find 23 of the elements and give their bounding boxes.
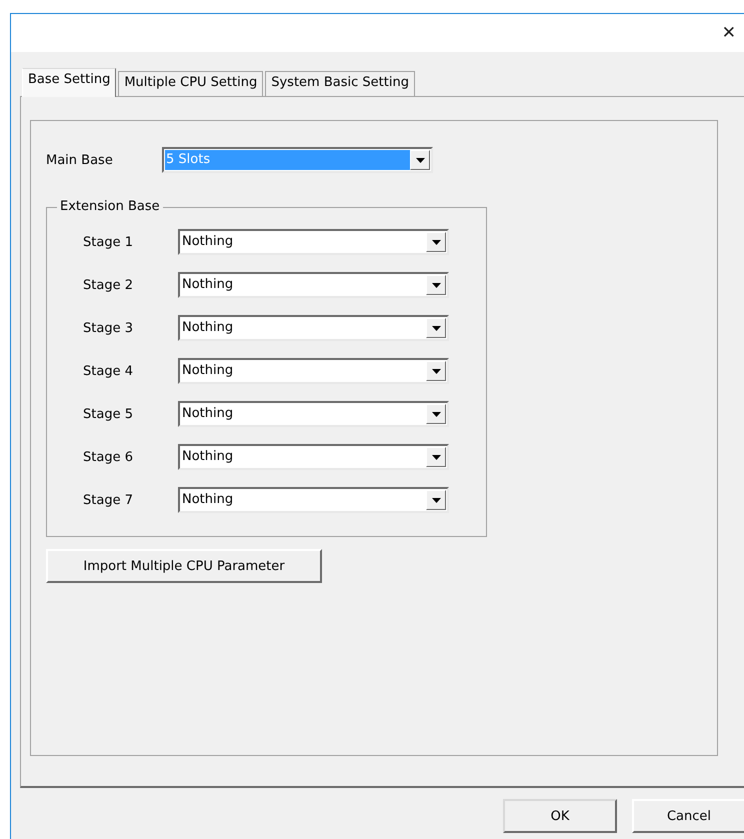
field-label: Main Base	[46, 152, 114, 168]
tab[interactable]: Multiple CPU Setting	[118, 71, 264, 96]
field-label: Stage 4	[83, 364, 134, 378]
import-button[interactable]: Import Multiple CPU Parameter	[46, 549, 322, 583]
dropdown[interactable]: Nothing	[178, 487, 449, 513]
dropdown[interactable]: Nothing	[178, 444, 449, 470]
field-label: Stage 6	[83, 450, 134, 464]
field-label: Stage 2	[83, 278, 134, 292]
dialog-button[interactable]: OK	[503, 799, 617, 833]
dropdown-value: 5 Slots	[165, 150, 410, 170]
field-label: Stage 1	[83, 234, 134, 250]
dropdown[interactable]: Nothing	[178, 229, 449, 255]
close-button[interactable]: ✕	[722, 23, 736, 43]
tab[interactable]: Base Setting	[22, 68, 116, 97]
dropdown[interactable]: Nothing	[178, 401, 449, 427]
dialog-button[interactable]: Cancel	[632, 799, 744, 833]
dropdown[interactable]: Nothing	[178, 315, 449, 341]
field-label: Stage 3	[83, 320, 134, 336]
dropdown[interactable]: Nothing	[178, 272, 449, 298]
field-label: Stage 7	[83, 492, 134, 508]
field-label: Stage 5	[83, 406, 134, 422]
tab[interactable]: System Basic Setting	[265, 71, 415, 96]
dropdown[interactable]: Nothing	[178, 358, 449, 384]
